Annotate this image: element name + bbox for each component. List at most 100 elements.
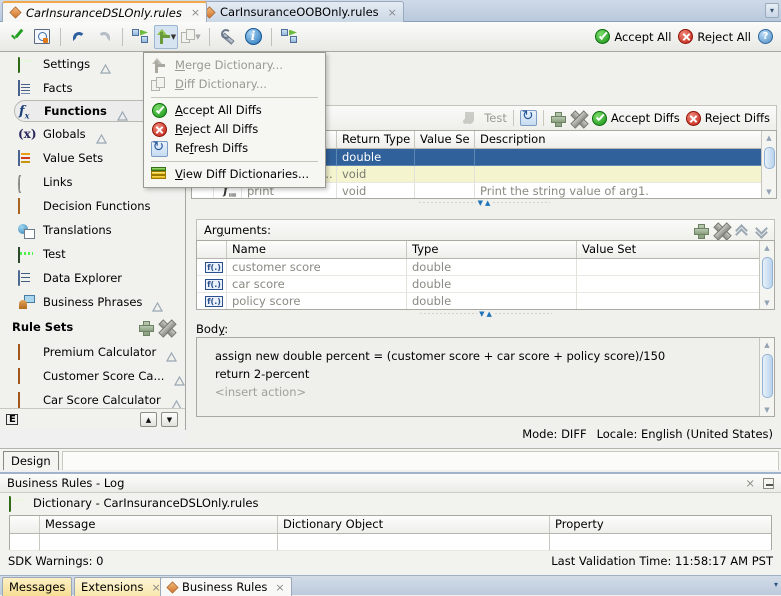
sidebar-item-label: Value Sets [43, 151, 104, 165]
arguments-table[interactable]: Name Type Value Set f(.) customer score … [196, 240, 775, 310]
table-row[interactable]: f(.) car score double [197, 276, 774, 293]
scroll-up-arrow[interactable]: ▲ [762, 131, 776, 144]
tab-design[interactable]: Design [3, 451, 59, 470]
column-header-value-set[interactable]: Value Se [415, 131, 475, 148]
green-check-circle-icon [591, 110, 607, 126]
column-header-property[interactable]: Property [550, 516, 771, 533]
menu-item-accept-all-diffs[interactable]: Accept All Diffs [144, 101, 325, 120]
options-button[interactable] [216, 25, 240, 49]
column-header-icon[interactable] [10, 516, 40, 533]
export-button[interactable] [278, 25, 302, 49]
column-header-name[interactable]: Name [227, 241, 407, 258]
sidebar-item-translations[interactable]: Translations [0, 218, 185, 242]
cell-return-type: void [337, 166, 415, 183]
merge-dictionary-dropdown-menu[interactable]: Merge Dictionary... Diff Dictionary... A… [143, 52, 326, 188]
close-icon[interactable]: × [388, 6, 397, 19]
minimize-icon[interactable] [763, 477, 774, 489]
info-button[interactable]: i [241, 25, 265, 49]
delete-rule-set-button[interactable] [159, 320, 174, 335]
scrollbar-thumb[interactable] [762, 354, 773, 398]
log-table[interactable]: Message Dictionary Object Property [9, 515, 772, 551]
refresh-icon[interactable] [519, 108, 537, 126]
deploy-button[interactable] [129, 25, 153, 49]
column-header-description[interactable]: Description [475, 131, 763, 148]
close-icon[interactable]: × [745, 476, 755, 490]
editor-tab-carinsurancedslonly[interactable]: CarInsuranceDSLOnly.rules × [2, 1, 208, 22]
editor-tab-carinsuranceoobonly[interactable]: CarInsuranceOOBOnly.rules × [196, 1, 404, 22]
table-row[interactable] [10, 534, 771, 551]
sidebar-item-label: Facts [43, 81, 73, 95]
diff-dictionary-split-button[interactable]: ▼ [179, 25, 203, 49]
menu-item-view-diff-dictionaries[interactable]: View Diff Dictionaries... [144, 165, 325, 184]
add-function-button[interactable] [550, 111, 566, 127]
body-line[interactable]: return 2-percent [197, 365, 774, 383]
reject-diffs-button[interactable]: Reject Diffs [685, 110, 770, 126]
undo-button[interactable] [67, 25, 91, 49]
body-editor[interactable]: assign new double percent = (customer sc… [196, 337, 775, 417]
body-scrollbar[interactable]: ▲ ▼ [759, 338, 774, 416]
chevron-down-icon[interactable]: ▾ [765, 3, 779, 18]
sidebar-item-test[interactable]: Test [0, 242, 185, 266]
scroll-up-button[interactable]: ▲ [140, 412, 157, 427]
insert-action-placeholder[interactable]: <insert action> [197, 383, 774, 401]
sidebar-item-business-phrases[interactable]: Business Phrases [0, 290, 185, 314]
sidebar-item-label: Globals [43, 127, 86, 141]
scrollbar-thumb[interactable] [762, 257, 773, 289]
scroll-up-arrow[interactable]: ▲ [760, 241, 774, 254]
column-header-value-set[interactable]: Value Set [577, 241, 760, 258]
collapse-down-icon[interactable]: ▼ [479, 310, 484, 318]
arguments-splitter[interactable]: ▼ ▲ [196, 310, 775, 318]
arguments-table-scrollbar[interactable]: ▲ ▼ [759, 241, 774, 309]
sidebar-item-decision-functions[interactable]: Decision Functions [0, 194, 185, 218]
log-panel-titlebar: Business Rules - Log × [0, 474, 781, 493]
accept-all-button[interactable]: Accept All [595, 29, 671, 44]
sidebar-item-premium-calculator[interactable]: Premium Calculator [0, 340, 185, 364]
merge-dictionary-split-button[interactable]: ▼ [154, 24, 178, 49]
close-icon[interactable]: × [275, 581, 284, 594]
sidebar-item-customer-score-calculator[interactable]: Customer Score Ca... [0, 364, 185, 388]
menu-item-refresh-diffs[interactable]: Refresh Diffs [144, 139, 325, 158]
collapse-down-icon[interactable]: ▼ [478, 199, 483, 207]
functions-table-splitter[interactable]: ▼ ▲ [191, 199, 777, 207]
sidebar-item-data-explorer[interactable]: Data Explorer [0, 266, 185, 290]
scroll-down-arrow[interactable]: ▼ [760, 296, 774, 309]
table-row[interactable]: f(.) customer score double [197, 259, 774, 276]
search-dictionary-button[interactable] [30, 25, 54, 49]
dock-tab-extensions[interactable]: Extensions × [74, 577, 168, 596]
column-header-return-type[interactable]: Return Type [337, 131, 415, 148]
dock-tab-messages[interactable]: Messages [2, 577, 73, 596]
add-argument-button[interactable] [693, 223, 709, 239]
collapse-icon[interactable]: E [6, 414, 18, 425]
collapse-up-icon[interactable]: ▲ [485, 199, 490, 207]
body-line[interactable]: assign new double percent = (customer sc… [197, 347, 774, 365]
dock-tab-business-rules[interactable]: Business Rules × [160, 577, 292, 596]
validate-button[interactable] [5, 25, 29, 49]
chevron-down-icon[interactable] [755, 224, 769, 237]
close-icon[interactable]: × [191, 6, 200, 19]
scroll-down-arrow[interactable]: ▼ [760, 403, 774, 416]
menu-item-reject-all-diffs[interactable]: Reject All Diffs [144, 120, 325, 139]
table-row[interactable]: f(.) policy score double [197, 293, 774, 309]
chevron-down-icon[interactable]: ▾ [774, 580, 778, 589]
column-header-message[interactable]: Message [40, 516, 278, 533]
column-header-type[interactable]: Type [407, 241, 577, 258]
scroll-down-arrow[interactable]: ▼ [762, 185, 776, 198]
test-button-label[interactable]: Test [484, 111, 507, 125]
column-header-icon[interactable] [197, 241, 227, 258]
accept-diffs-button[interactable]: Accept Diffs [591, 110, 680, 126]
add-rule-set-button[interactable] [138, 320, 154, 336]
sidebar-item-label: Translations [43, 223, 112, 237]
functions-table-scrollbar[interactable]: ▲ ▼ [761, 131, 776, 198]
collapse-up-icon[interactable]: ▲ [487, 310, 492, 318]
chevron-up-icon[interactable] [735, 224, 749, 237]
reject-all-button[interactable]: Reject All [678, 29, 751, 44]
delete-function-button[interactable] [571, 111, 586, 126]
column-header-dictionary-object[interactable]: Dictionary Object [278, 516, 550, 533]
scroll-down-button[interactable]: ▼ [161, 412, 178, 427]
delete-argument-button[interactable] [714, 223, 729, 238]
scroll-up-arrow[interactable]: ▲ [760, 338, 774, 351]
sidebar-item-car-score-calculator[interactable]: Car Score Calculator [0, 388, 185, 408]
scrollbar-thumb[interactable] [764, 147, 775, 169]
redo-button[interactable] [92, 25, 116, 49]
help-icon[interactable]: ? [758, 29, 773, 44]
